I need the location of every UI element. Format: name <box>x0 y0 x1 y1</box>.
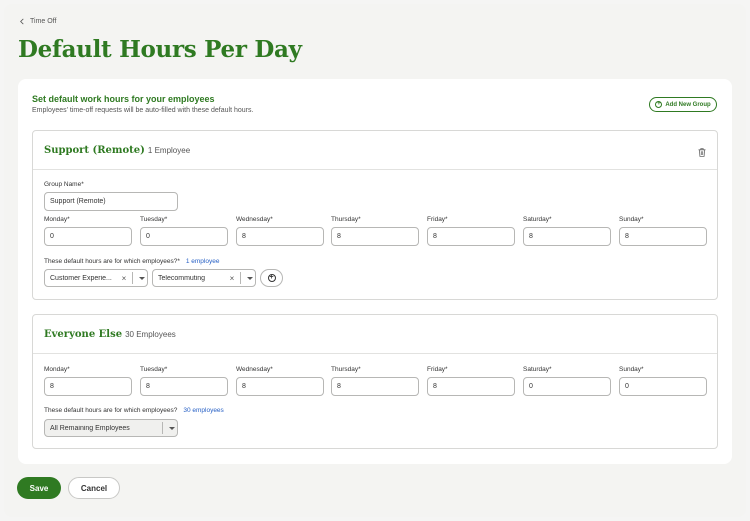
hours-input-wednesday[interactable]: 8 <box>236 227 324 246</box>
day-label-wednesday: Wednesday* <box>236 216 273 223</box>
group-title: Everyone Else 30 Employees <box>44 329 176 340</box>
plus-circle-icon: + <box>655 101 663 108</box>
group-header: Support (Remote) 1 Employee <box>33 131 717 170</box>
group-header: Everyone Else 30 Employees <box>33 315 717 354</box>
hours-input-wednesday[interactable]: 8 <box>236 377 324 396</box>
group-title: Support (Remote) 1 Employee <box>44 145 190 156</box>
save-button[interactable]: Save <box>17 477 61 499</box>
employees-question-label: These default hours are for which employ… <box>44 407 178 414</box>
group-employee-count: 1 Employee <box>147 146 191 155</box>
day-label-saturday: Saturday* <box>523 216 552 223</box>
employee-filter-select[interactable]: Customer Experie... × <box>44 269 148 287</box>
day-label-friday: Friday* <box>427 216 448 223</box>
employee-filter-value: All Remaining Employees <box>50 424 130 432</box>
employees-question: These default hours are for which employ… <box>44 407 224 414</box>
employees-count-link[interactable]: 30 employees <box>183 407 223 414</box>
day-label-sunday: Sunday* <box>619 366 644 373</box>
day-label-tuesday: Tuesday* <box>140 366 168 373</box>
day-label-tuesday: Tuesday* <box>140 216 168 223</box>
chevron-left-icon <box>20 18 24 25</box>
back-link-label: Time Off <box>30 18 57 25</box>
hours-input-thursday[interactable]: 8 <box>331 377 419 396</box>
employee-filter-select[interactable]: All Remaining Employees <box>44 419 178 437</box>
hours-input-tuesday[interactable]: 8 <box>140 377 228 396</box>
group-everyone-else: Everyone Else 30 Employees Monday* Tuesda… <box>32 314 718 449</box>
plus-circle-icon: + <box>267 274 276 282</box>
select-divider <box>240 272 241 284</box>
hours-input-saturday[interactable]: 8 <box>523 227 611 246</box>
card-title: Set default work hours for your employee… <box>32 94 215 104</box>
employee-filter-select[interactable]: Telecommuting × <box>152 269 256 287</box>
select-divider <box>132 272 133 284</box>
group-name-label: Group Name* <box>44 181 84 188</box>
select-divider <box>162 422 163 434</box>
hours-input-friday[interactable]: 8 <box>427 227 515 246</box>
hours-input-thursday[interactable]: 8 <box>331 227 419 246</box>
hours-input-sunday[interactable]: 0 <box>619 377 707 396</box>
chevron-down-icon[interactable] <box>136 276 147 280</box>
employee-filter-value: Telecommuting <box>158 274 206 282</box>
day-label-sunday: Sunday* <box>619 216 644 223</box>
trash-icon[interactable] <box>698 148 706 157</box>
group-name: Support (Remote) <box>44 145 145 156</box>
day-label-monday: Monday* <box>44 366 70 373</box>
employees-question-label: These default hours are for which employ… <box>44 258 180 265</box>
day-label-friday: Friday* <box>427 366 448 373</box>
page-title: Default Hours Per Day <box>18 36 302 63</box>
group-name: Everyone Else <box>44 329 123 340</box>
group-support-remote: Support (Remote) 1 Employee Group Name* S… <box>32 130 718 300</box>
cancel-button[interactable]: Cancel <box>68 477 120 499</box>
hours-input-tuesday[interactable]: 0 <box>140 227 228 246</box>
back-link[interactable]: Time Off <box>19 18 56 25</box>
day-label-monday: Monday* <box>44 216 70 223</box>
hours-input-monday[interactable]: 8 <box>44 377 132 396</box>
group-employee-count: 30 Employees <box>125 330 176 339</box>
settings-card: Set default work hours for your employee… <box>18 79 732 464</box>
chevron-down-icon[interactable] <box>244 276 255 280</box>
employees-count-link[interactable]: 1 employee <box>186 258 220 265</box>
add-new-group-label: Add New Group <box>665 101 711 108</box>
chevron-down-icon[interactable] <box>166 426 177 430</box>
hours-input-saturday[interactable]: 0 <box>523 377 611 396</box>
day-label-saturday: Saturday* <box>523 366 552 373</box>
day-label-thursday: Thursday* <box>331 216 361 223</box>
add-filter-button[interactable]: + <box>260 269 283 287</box>
hours-input-sunday[interactable]: 8 <box>619 227 707 246</box>
group-name-input[interactable]: Support (Remote) <box>44 192 178 211</box>
clear-icon[interactable]: × <box>119 274 129 283</box>
add-new-group-button[interactable]: + Add New Group <box>649 97 717 112</box>
employees-question: These default hours are for which employ… <box>44 258 219 265</box>
hours-input-monday[interactable]: 0 <box>44 227 132 246</box>
day-label-wednesday: Wednesday* <box>236 366 273 373</box>
employee-filter-value: Customer Experie... <box>50 274 112 282</box>
clear-icon[interactable]: × <box>227 274 237 283</box>
day-label-thursday: Thursday* <box>331 366 361 373</box>
card-subtitle: Employees' time-off requests will be aut… <box>32 107 254 114</box>
hours-input-friday[interactable]: 8 <box>427 377 515 396</box>
